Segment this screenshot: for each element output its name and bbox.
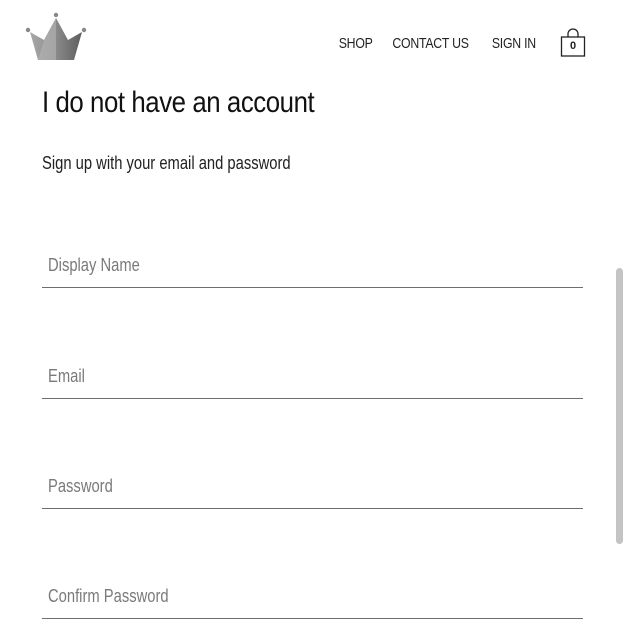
nav-signin-link[interactable]: SIGN IN [492,35,536,52]
confirm-password-field: Confirm Password [42,578,583,619]
crown-icon[interactable] [24,12,88,62]
scrollbar-thumb[interactable] [616,268,623,544]
page: SHOP CONTACT US SIGN IN 0 I do not have … [0,0,625,625]
scrollbar[interactable] [615,0,625,625]
display-name-field: Display Name [42,247,583,288]
email-field: Email [42,358,583,399]
page-title: I do not have an account [42,86,315,119]
cart-button[interactable]: 0 [559,28,587,58]
header: SHOP CONTACT US SIGN IN 0 [0,0,625,80]
main-nav: SHOP CONTACT US SIGN IN 0 [335,28,587,58]
page-subtitle: Sign up with your email and password [42,153,291,173]
confirm-password-input[interactable] [42,578,583,616]
password-input[interactable] [42,468,583,506]
nav-shop-link[interactable]: SHOP [339,35,373,52]
display-name-input[interactable] [42,247,583,285]
nav-contact-link[interactable]: CONTACT US [393,35,470,52]
password-field: Password [42,468,583,509]
cart-count-badge: 0 [569,40,577,52]
email-input[interactable] [42,358,583,396]
